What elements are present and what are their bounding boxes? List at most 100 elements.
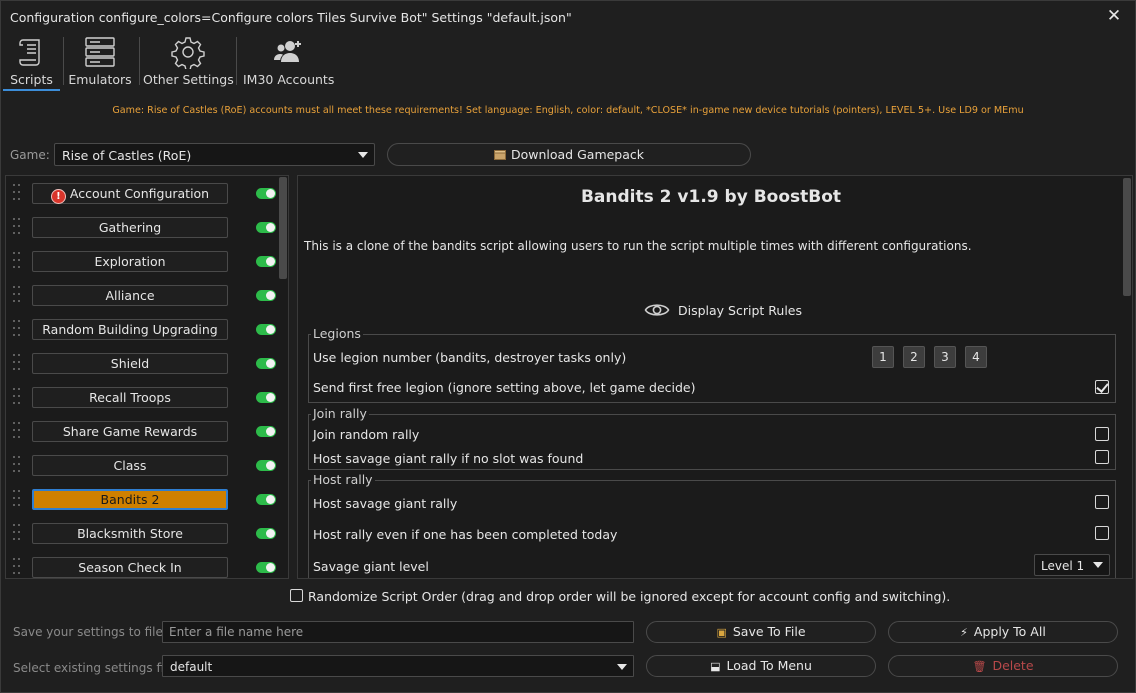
- host-rally-group-title: Host rally: [311, 472, 375, 487]
- toolbar-tabs: Scripts Emulators Other Settings IM30 Ac…: [1, 33, 1135, 91]
- script-enabled-toggle[interactable]: [256, 426, 276, 437]
- script-enabled-toggle[interactable]: [256, 188, 276, 199]
- script-list-scrollbar[interactable]: [278, 176, 288, 578]
- drag-handle-icon[interactable]: [13, 558, 21, 576]
- drag-handle-icon[interactable]: [13, 354, 21, 372]
- script-enabled-toggle[interactable]: [256, 222, 276, 233]
- delete-button[interactable]: 🗑 Delete: [888, 655, 1118, 677]
- host-rally-group: Host rally Host savage giant rally Host …: [308, 472, 1116, 578]
- script-share-game-rewards-button[interactable]: Share Game Rewards: [32, 421, 228, 442]
- send-free-legion-checkbox[interactable]: [1095, 380, 1109, 394]
- gear-icon: [170, 37, 205, 69]
- drag-handle-icon[interactable]: [13, 320, 21, 338]
- tab-label: IM30 Accounts: [243, 72, 335, 87]
- server-icon: [85, 37, 115, 67]
- game-select[interactable]: Rise of Castles (RoE): [54, 143, 375, 166]
- download-gamepack-button[interactable]: Download Gamepack: [387, 143, 751, 166]
- drag-handle-icon[interactable]: [13, 456, 21, 474]
- settings-filename-input[interactable]: [162, 621, 634, 643]
- tab-im30-accounts[interactable]: IM30 Accounts: [243, 33, 335, 91]
- drag-handle-icon[interactable]: [13, 286, 21, 304]
- script-enabled-toggle[interactable]: [256, 358, 276, 369]
- legion-4-button[interactable]: 4: [965, 346, 987, 368]
- save-icon: ▣: [716, 626, 727, 639]
- list-item: Random Building Upgrading: [6, 313, 278, 347]
- randomize-order-checkbox[interactable]: [290, 589, 303, 602]
- package-icon: [493, 149, 506, 160]
- host-even-completed-label: Host rally even if one has been complete…: [313, 527, 618, 542]
- tab-scripts[interactable]: Scripts: [3, 33, 60, 91]
- join-random-rally-checkbox[interactable]: [1095, 427, 1109, 441]
- drag-handle-icon[interactable]: [13, 218, 21, 236]
- script-enabled-toggle[interactable]: [256, 324, 276, 335]
- script-random-building-upgrading-button[interactable]: Random Building Upgrading: [32, 319, 228, 340]
- chevron-down-icon: [617, 664, 627, 670]
- drag-handle-icon[interactable]: [13, 252, 21, 270]
- window-title: Configuration configure_colors=Configure…: [10, 10, 572, 25]
- script-season-check-in-button[interactable]: Season Check In: [32, 557, 228, 578]
- savage-giant-level-select[interactable]: Level 1: [1034, 554, 1110, 576]
- save-to-file-button[interactable]: ▣ Save To File: [646, 621, 876, 643]
- save-settings-label: Save your settings to file: [13, 625, 163, 639]
- list-item: Class: [6, 449, 278, 483]
- select-settings-label: Select existing settings file: [13, 661, 175, 675]
- script-alliance-button[interactable]: Alliance: [32, 285, 228, 306]
- script-enabled-toggle[interactable]: [256, 392, 276, 403]
- drag-handle-icon[interactable]: [13, 184, 21, 202]
- legion-1-button[interactable]: 1: [872, 346, 894, 368]
- tab-label: Other Settings: [143, 72, 234, 87]
- host-savage-giant-checkbox[interactable]: [1095, 495, 1109, 509]
- list-item: Recall Troops: [6, 381, 278, 415]
- script-enabled-toggle[interactable]: [256, 290, 276, 301]
- lightning-icon: ⚡: [960, 626, 968, 639]
- script-recall-troops-button[interactable]: Recall Troops: [32, 387, 228, 408]
- close-button[interactable]: ✕: [1103, 6, 1125, 28]
- script-enabled-toggle[interactable]: [256, 562, 276, 573]
- legion-3-button[interactable]: 3: [934, 346, 956, 368]
- script-list: ! Account Configuration Gathering Explora…: [5, 175, 289, 579]
- send-free-legion-label: Send first free legion (ignore setting a…: [313, 380, 696, 395]
- script-exploration-button[interactable]: Exploration: [32, 251, 228, 272]
- tab-other-settings[interactable]: Other Settings: [143, 33, 234, 91]
- title-bar: Configuration configure_colors=Configure…: [1, 1, 1135, 33]
- legion-2-button[interactable]: 2: [903, 346, 925, 368]
- detail-scrollbar[interactable]: [1122, 176, 1132, 578]
- randomize-order-label: Randomize Script Order (drag and drop or…: [308, 589, 951, 604]
- host-savage-giant-label: Host savage giant rally: [313, 496, 458, 511]
- apply-to-all-button[interactable]: ⚡ Apply To All: [888, 621, 1118, 643]
- script-account-configuration-button[interactable]: ! Account Configuration: [32, 183, 228, 204]
- script-blacksmith-store-button[interactable]: Blacksmith Store: [32, 523, 228, 544]
- list-item: Blacksmith Store: [6, 517, 278, 551]
- settings-file-select[interactable]: default: [162, 655, 634, 677]
- script-gathering-button[interactable]: Gathering: [32, 217, 228, 238]
- drag-handle-icon[interactable]: [13, 422, 21, 440]
- game-label: Game:: [10, 148, 50, 162]
- savage-giant-level-label: Savage giant level: [313, 559, 429, 574]
- drag-handle-icon[interactable]: [13, 524, 21, 542]
- users-icon: [274, 41, 301, 62]
- trash-icon: 🗑: [972, 660, 987, 673]
- script-enabled-toggle[interactable]: [256, 528, 276, 539]
- drag-handle-icon[interactable]: [13, 388, 21, 406]
- eye-icon: [644, 304, 670, 316]
- host-even-completed-checkbox[interactable]: [1095, 526, 1109, 540]
- tab-divider: [63, 37, 64, 85]
- drag-handle-icon[interactable]: [13, 490, 21, 508]
- script-enabled-toggle[interactable]: [256, 256, 276, 267]
- script-enabled-toggle[interactable]: [256, 460, 276, 471]
- delete-label: Delete: [992, 658, 1034, 673]
- game-select-value: Rise of Castles (RoE): [62, 148, 192, 163]
- list-item: Gathering: [6, 211, 278, 245]
- script-enabled-toggle[interactable]: [256, 494, 276, 505]
- host-if-no-slot-checkbox[interactable]: [1095, 450, 1109, 464]
- load-to-menu-button[interactable]: ⬓ Load To Menu: [646, 655, 876, 677]
- script-bandits-2-button[interactable]: Bandits 2: [32, 489, 228, 510]
- list-item: Exploration: [6, 245, 278, 279]
- script-shield-button[interactable]: Shield: [32, 353, 228, 374]
- script-class-button[interactable]: Class: [32, 455, 228, 476]
- legions-group: Legions Use legion number (bandits, dest…: [308, 326, 1116, 403]
- tab-label: Scripts: [10, 72, 53, 87]
- inbox-icon: ⬓: [710, 660, 721, 673]
- game-requirements-notice: Game: Rise of Castles (RoE) accounts mus…: [112, 105, 1024, 116]
- tab-emulators[interactable]: Emulators: [65, 33, 135, 91]
